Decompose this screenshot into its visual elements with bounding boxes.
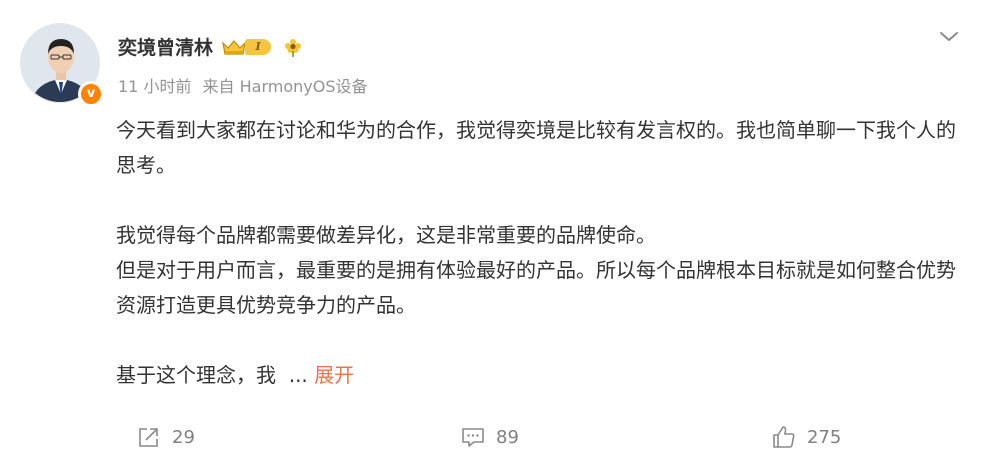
flower-icon[interactable]	[283, 37, 303, 57]
author-row: 奕境曾清林 I	[118, 33, 303, 60]
chevron-down-icon[interactable]	[936, 28, 962, 46]
comment-icon	[462, 428, 484, 447]
share-button[interactable]: 29	[136, 424, 195, 450]
post-content: 今天看到大家都在讨论和华为的合作，我觉得奕境是比较有发言权的。我也简单聊一下我个…	[116, 113, 974, 393]
paragraph-2-line-2: 但是对于用户而言，最重要的是拥有体验最好的产品。所以每个品牌根本目标就是如何整合…	[116, 258, 956, 317]
verified-icon: v	[78, 81, 104, 107]
comment-button[interactable]: 89	[460, 424, 519, 450]
action-bar: 29 89 275	[0, 424, 990, 456]
like-count: 275	[807, 426, 842, 448]
crown-icon	[222, 39, 246, 55]
vip-badge[interactable]: I	[221, 38, 272, 56]
avatar-container[interactable]: v	[20, 23, 104, 107]
paragraph-3-text: 基于这个理念，我 ...	[116, 363, 315, 387]
like-icon	[773, 426, 795, 448]
share-icon	[139, 428, 158, 447]
paragraph-3: 基于这个理念，我 ... 展开	[116, 358, 974, 393]
comment-count: 89	[496, 426, 519, 448]
share-count: 29	[172, 426, 195, 448]
post-source: 来自 HarmonyOS设备	[202, 77, 368, 96]
like-button[interactable]: 275	[771, 424, 841, 450]
post-time[interactable]: 11 小时前	[118, 77, 191, 96]
expand-link[interactable]: 展开	[314, 363, 354, 387]
author-name[interactable]: 奕境曾清林	[118, 33, 213, 60]
vip-level-tag: I	[245, 38, 272, 55]
post-meta: 11 小时前 来自 HarmonyOS设备	[118, 73, 374, 97]
paragraph-1: 今天看到大家都在讨论和华为的合作，我觉得奕境是比较有发言权的。我也简单聊一下我个…	[116, 118, 956, 177]
paragraph-2-line-1: 我觉得每个品牌都需要做差异化，这是非常重要的品牌使命。	[116, 223, 656, 247]
